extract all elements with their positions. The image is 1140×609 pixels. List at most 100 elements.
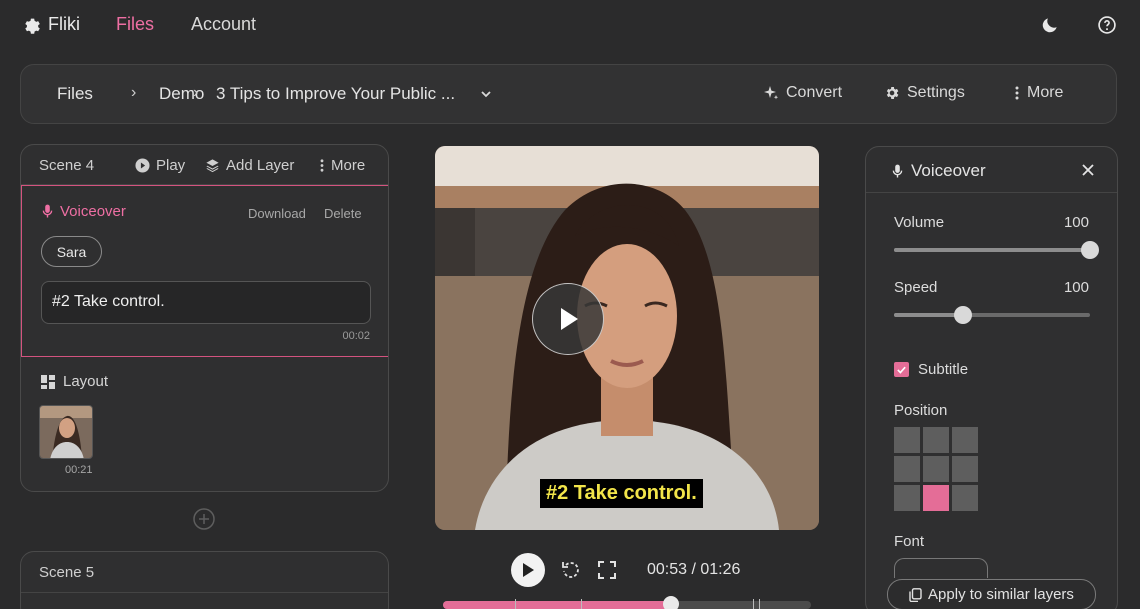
position-cell[interactable]: [923, 485, 949, 511]
scene-title: Scene 4: [39, 157, 95, 174]
convert-button[interactable]: Convert: [763, 84, 842, 102]
microphone-icon: [892, 164, 903, 177]
breadcrumb-files[interactable]: Files: [57, 84, 93, 104]
layout-duration: 00:21: [65, 464, 93, 476]
position-cell[interactable]: [952, 427, 978, 453]
layout-label: Layout: [41, 373, 108, 390]
scene-play-button[interactable]: Play: [135, 157, 185, 174]
fullscreen-icon[interactable]: [596, 559, 618, 581]
scene-marker: [515, 599, 516, 609]
voiceover-layer[interactable]: Voiceover Download Delete Sara #2 Take c…: [21, 185, 388, 357]
position-cell[interactable]: [894, 456, 920, 482]
close-icon[interactable]: [1079, 161, 1097, 179]
volume-label: Volume: [894, 214, 945, 231]
time-readout: 00:53 / 01:26: [647, 561, 741, 578]
play-icon: [561, 308, 578, 330]
more-vertical-icon: [1015, 86, 1019, 100]
voiceover-properties-panel: Voiceover Volume 100 Speed 100 Subtitle …: [865, 146, 1118, 609]
subtitle-toggle[interactable]: Subtitle: [894, 361, 968, 378]
layout-thumbnail[interactable]: [39, 405, 93, 459]
player-controls: 00:53 / 01:26: [511, 553, 811, 587]
gear-icon: [886, 87, 899, 99]
settings-button[interactable]: Settings: [884, 84, 965, 102]
speed-value: 100: [1063, 279, 1089, 296]
microphone-icon: [42, 204, 53, 218]
chevron-right-icon: ›: [193, 84, 199, 101]
top-nav: Fliki Files Account: [0, 0, 1140, 50]
gear-icon: [25, 18, 40, 34]
panel-title: Voiceover: [892, 161, 986, 181]
timeline-scrubber[interactable]: [443, 596, 811, 609]
scene-title: Scene 5: [39, 564, 95, 581]
panel-title-text: Voiceover: [911, 161, 986, 180]
brand-logo[interactable]: Fliki: [22, 14, 80, 35]
position-cell[interactable]: [923, 427, 949, 453]
add-layer-button[interactable]: Add Layer: [205, 157, 294, 174]
layout-title: Layout: [63, 373, 109, 390]
apply-similar-button[interactable]: Apply to similar layers: [887, 579, 1096, 609]
volume-slider-handle[interactable]: [1081, 241, 1099, 259]
divider: [21, 592, 388, 593]
chevron-down-icon[interactable]: [480, 89, 492, 99]
position-label: Position: [894, 402, 948, 419]
position-cell[interactable]: [894, 427, 920, 453]
add-layer-label: Add Layer: [226, 157, 295, 174]
scene-header: Scene 4 Play Add Layer More: [21, 145, 388, 185]
more-button[interactable]: More: [1014, 84, 1063, 102]
speed-label: Speed: [894, 279, 938, 296]
scene-marker: [759, 599, 760, 609]
breadcrumb-current[interactable]: 3 Tips to Improve Your Public ...: [216, 84, 455, 104]
timeline-progress: [443, 601, 672, 609]
position-cell[interactable]: [894, 485, 920, 511]
voice-chip[interactable]: Sara: [41, 236, 102, 267]
more-label: More: [331, 157, 366, 174]
video-subtitle: #2 Take control.: [540, 479, 703, 508]
scene-more-button[interactable]: More: [319, 157, 365, 174]
chevron-right-icon: ›: [131, 84, 137, 101]
nav-files[interactable]: Files: [116, 14, 154, 35]
layout-grid-icon: [41, 374, 55, 389]
play-label: Play: [156, 157, 186, 174]
nav-account[interactable]: Account: [191, 14, 256, 35]
position-cell[interactable]: [923, 456, 949, 482]
subtitle-position-grid: [894, 427, 980, 513]
speed-slider-handle[interactable]: [953, 306, 972, 324]
delete-link[interactable]: Delete: [324, 206, 362, 221]
volume-value: 100: [1063, 214, 1089, 231]
sparkle-icon: [764, 86, 779, 100]
add-scene-icon[interactable]: [193, 508, 215, 530]
voiceover-text-input[interactable]: #2 Take control.: [41, 281, 371, 324]
check-icon: [897, 366, 906, 374]
play-icon: [523, 563, 534, 577]
download-link[interactable]: Download: [248, 206, 306, 221]
moon-icon[interactable]: [1039, 14, 1061, 36]
timeline-handle[interactable]: [663, 596, 680, 609]
video-preview[interactable]: #2 Take control.: [435, 146, 819, 530]
position-cell[interactable]: [952, 456, 978, 482]
panel-header: Voiceover: [866, 147, 1117, 193]
subtitle-checkbox[interactable]: [894, 362, 909, 377]
help-icon[interactable]: [1096, 14, 1118, 36]
convert-label: Convert: [786, 84, 843, 101]
copy-icon: [909, 587, 922, 602]
play-circle-icon: [135, 158, 150, 173]
brand-name: Fliki: [48, 14, 80, 34]
voiceover-title: Voiceover: [60, 203, 126, 220]
apply-label: Apply to similar layers: [928, 586, 1074, 603]
layers-icon: [206, 159, 219, 173]
volume-slider[interactable]: [894, 241, 1099, 259]
position-cell[interactable]: [952, 485, 978, 511]
volume-slider-fill: [894, 248, 1090, 252]
replay-icon[interactable]: [560, 559, 582, 581]
scene-marker: [753, 599, 754, 609]
speed-slider[interactable]: [894, 306, 1090, 324]
scene-card-4: Scene 4 Play Add Layer More Voiceover Do…: [20, 144, 389, 492]
font-label: Font: [894, 533, 925, 550]
more-vertical-icon: [320, 159, 324, 172]
font-select[interactable]: [894, 558, 988, 578]
scene-marker: [581, 599, 582, 609]
settings-label: Settings: [907, 84, 965, 101]
play-overlay-button[interactable]: [532, 283, 604, 355]
play-button[interactable]: [511, 553, 545, 587]
more-label: More: [1027, 84, 1064, 101]
